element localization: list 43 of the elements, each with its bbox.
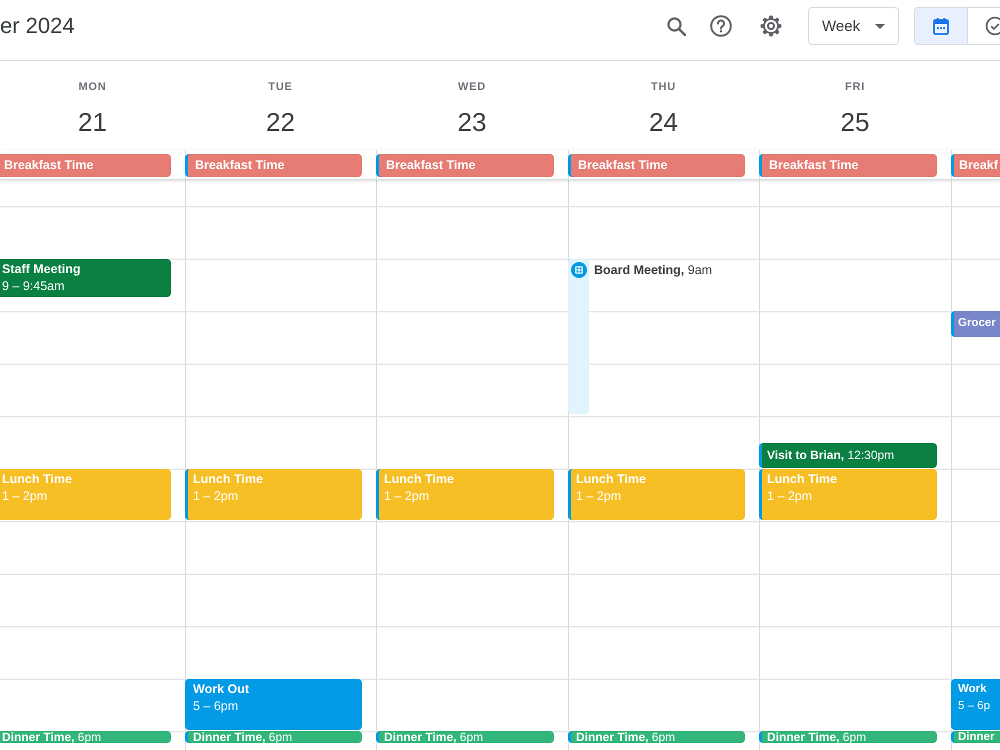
day-number[interactable]: 24 (649, 106, 678, 138)
settings-icon (760, 15, 782, 37)
event-chip[interactable]: Breakfast Time (759, 154, 937, 177)
calendar-title: er 2024 (0, 12, 75, 40)
event-chip[interactable]: Dinner Time, 6pm (376, 731, 554, 744)
event-chip[interactable]: Dinner Time, 6pm (568, 731, 745, 744)
day-name: MON (78, 81, 107, 94)
event-block[interactable]: Lunch Time 1 – 2pm (759, 468, 937, 520)
view-dropdown[interactable]: Week (808, 7, 899, 45)
event-chip[interactable]: Dinner Time, 6pm (185, 731, 362, 744)
event-chip[interactable]: Grocer (951, 311, 1000, 336)
event-block[interactable]: Work 5 – 6p (951, 678, 1000, 730)
event-chip[interactable]: Breakf (951, 154, 1000, 177)
event-label[interactable]: Board Meeting, 9am (594, 258, 712, 277)
view-toggle-button[interactable] (914, 7, 968, 45)
day-number[interactable]: 25 (840, 106, 870, 138)
event-chip[interactable]: Breakfast Time (0, 154, 171, 177)
day-number[interactable]: 21 (78, 106, 107, 138)
event-chip[interactable]: Dinner (951, 731, 1000, 744)
search-icon (666, 16, 686, 36)
view-toggle-button[interactable] (968, 7, 1000, 45)
event-chip[interactable]: Breakfast Time (568, 154, 745, 177)
event-chip[interactable]: Breakfast Time (376, 154, 554, 177)
event-block[interactable]: Lunch Time 1 – 2pm (376, 468, 554, 520)
appointment-block[interactable] (568, 258, 589, 414)
day-name: THU (650, 81, 676, 94)
day-number[interactable]: 22 (266, 106, 295, 138)
day-name: WED (458, 81, 486, 94)
day-name: TUE (268, 81, 293, 94)
event-block[interactable]: Work Out 5 – 6pm (185, 678, 362, 730)
event-block[interactable]: Staff Meeting 9 – 9:45am (0, 258, 171, 298)
calendar-icon (932, 17, 950, 35)
event-chip[interactable]: Visit to Brian, 12:30pm (759, 442, 937, 468)
event-block[interactable]: Lunch Time 1 – 2pm (0, 468, 171, 520)
help-icon (710, 15, 732, 37)
event-chip[interactable]: Dinner Time, 6pm (759, 731, 937, 744)
event-chip[interactable]: Dinner Time, 6pm (0, 731, 171, 744)
day-name: FRI (844, 81, 866, 94)
day-number[interactable]: 23 (458, 106, 486, 138)
event-block[interactable]: Lunch Time 1 – 2pm (185, 468, 362, 520)
caret-icon (875, 24, 885, 28)
event-block[interactable]: Lunch Time 1 – 2pm (568, 468, 745, 520)
event-chip[interactable]: Breakfast Time (185, 154, 362, 177)
